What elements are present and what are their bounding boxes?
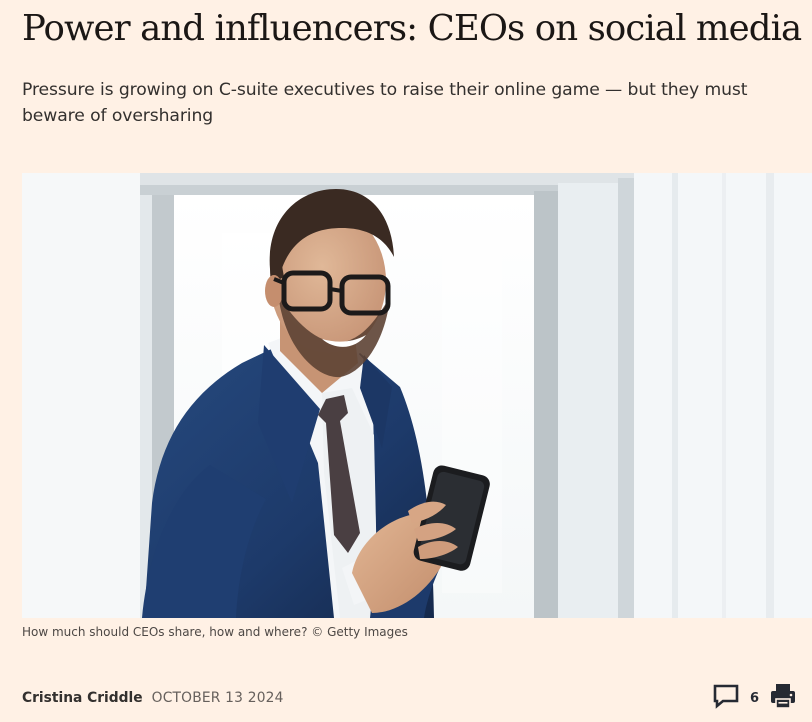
printer-icon [769, 682, 797, 715]
article-tools: 6 [712, 683, 797, 713]
byline: Cristina Criddle OCTOBER 13 2024 [22, 688, 284, 708]
article-standfirst: Pressure is growing on C-suite executive… [22, 80, 748, 126]
speech-bubble-icon [712, 683, 740, 714]
image-caption: How much should CEOs share, how and wher… [22, 625, 408, 639]
comments-button[interactable]: 6 [712, 683, 759, 714]
print-button[interactable] [769, 682, 797, 715]
article-main-image [22, 173, 812, 618]
article-headline: Power and influencers: CEOs on social me… [22, 8, 802, 49]
author-link[interactable]: Cristina Criddle [22, 690, 143, 706]
publish-date: OCTOBER 13 2024 [151, 690, 284, 706]
office-photo-illustration [22, 173, 812, 618]
article-page: Power and influencers: CEOs on social me… [0, 0, 812, 722]
comment-count: 6 [750, 690, 760, 706]
